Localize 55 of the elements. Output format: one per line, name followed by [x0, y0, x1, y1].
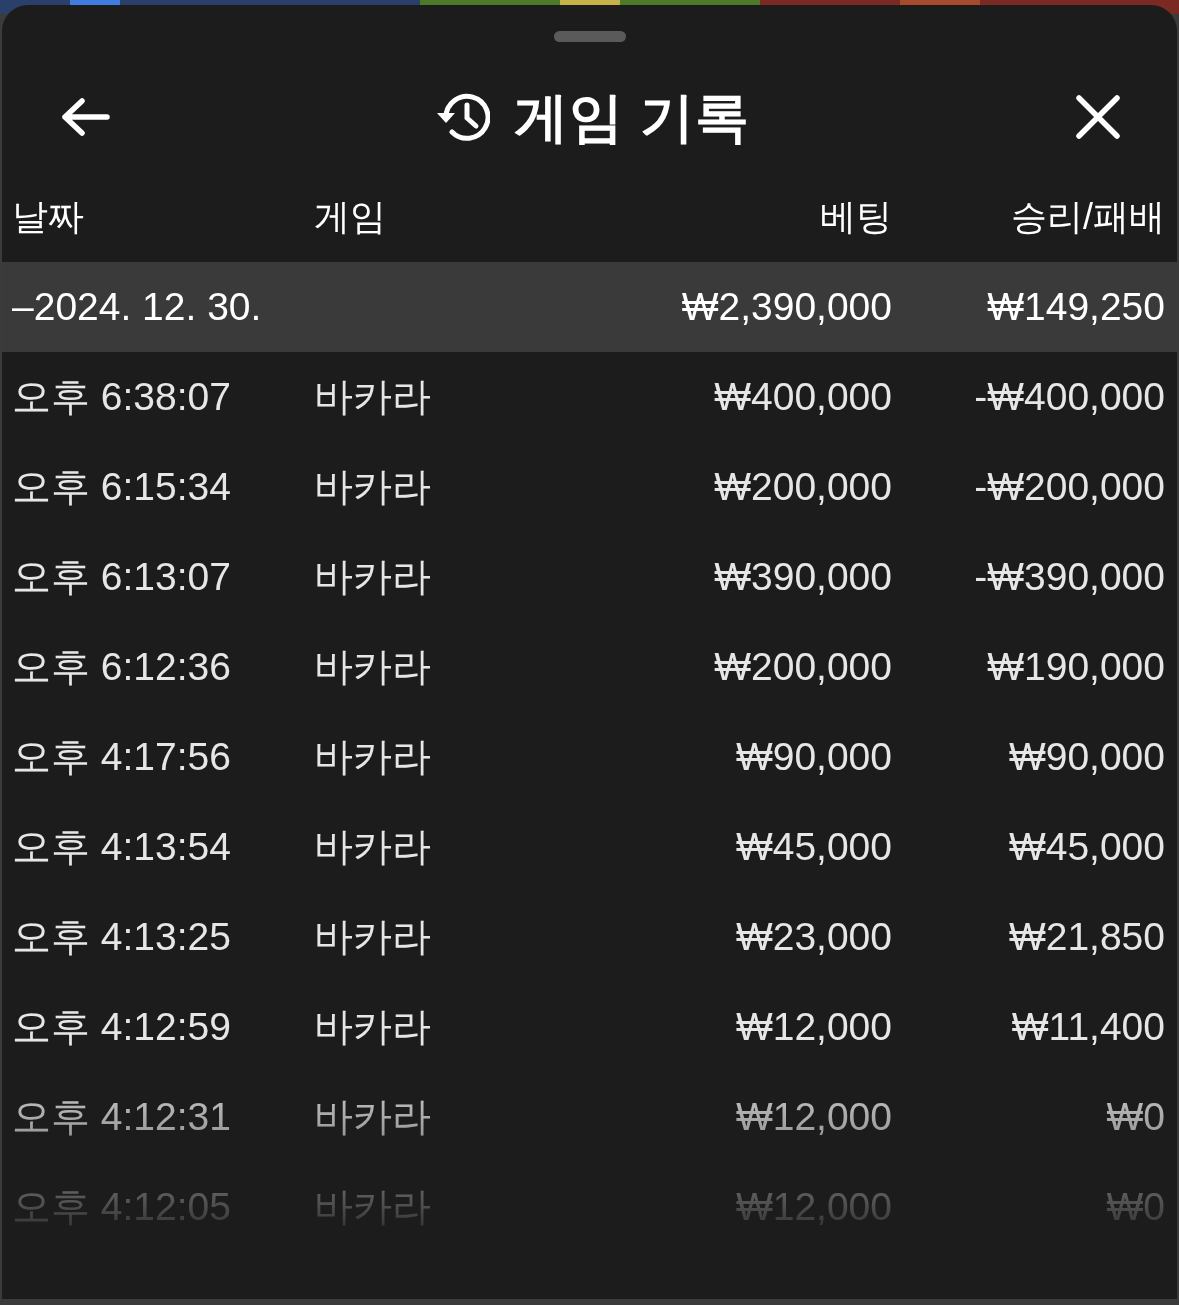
table-cell: 바카라 [314, 734, 431, 778]
table-cell: 오후 4:17:56 [12, 734, 231, 778]
date-group-row[interactable]: –2024. 12. 30. ₩2,390,000 ₩149,250 [2, 262, 1177, 352]
close-icon [1075, 94, 1121, 140]
group-date: –2024. 12. 30. [12, 284, 262, 328]
table-cell: 바카라 [314, 554, 431, 598]
table-cell: 오후 6:13:07 [12, 554, 231, 598]
table-cell: ₩90,000 [735, 734, 892, 778]
table-cell: ₩23,000 [735, 914, 892, 958]
table-cell: 바카라 [314, 1184, 431, 1228]
back-button[interactable] [60, 97, 110, 137]
column-header: 게임 [314, 196, 386, 237]
table-cell: ₩200,000 [714, 644, 892, 688]
table-cell: ₩12,000 [735, 1004, 892, 1048]
table-cell: 오후 4:12:59 [12, 1004, 231, 1048]
table-cell: 바카라 [314, 824, 431, 868]
table-cell: 오후 6:12:36 [12, 644, 231, 688]
table-cell: 오후 6:15:34 [12, 464, 231, 508]
drag-handle[interactable] [553, 31, 626, 42]
window-title: 게임 기록 [514, 85, 751, 149]
table-cell: -₩200,000 [974, 464, 1165, 508]
group-bet-total: ₩2,390,000 [681, 284, 892, 328]
table-cell: 바카라 [314, 1094, 431, 1138]
table-cell: 바카라 [314, 374, 431, 418]
table-cell: 오후 4:12:31 [12, 1094, 231, 1138]
table-cell: ₩0 [1106, 1184, 1165, 1228]
table-cell: ₩400,000 [714, 374, 892, 418]
table-cell: 오후 4:12:05 [12, 1184, 231, 1228]
table-cell: -₩400,000 [974, 374, 1165, 418]
back-arrow-icon [60, 97, 110, 137]
column-header: 승리/패배 [1011, 196, 1165, 237]
table-cell: -₩390,000 [974, 554, 1165, 598]
table-cell: ₩0 [1106, 1094, 1165, 1138]
table-cell: ₩12,000 [735, 1094, 892, 1138]
table-cell: 바카라 [314, 464, 431, 508]
table-cell: 바카라 [314, 1004, 431, 1048]
table-cell: ₩21,850 [1008, 914, 1165, 958]
table-cell: ₩200,000 [714, 464, 892, 508]
table-cell: ₩45,000 [1008, 824, 1165, 868]
table-cell: 오후 4:13:54 [12, 824, 231, 868]
close-button[interactable] [1075, 94, 1121, 140]
table-cell: ₩90,000 [1008, 734, 1165, 778]
table-cell: ₩45,000 [735, 824, 892, 868]
table-cell: 오후 4:13:25 [12, 914, 231, 958]
table-cell: 바카라 [314, 644, 431, 688]
table-cell: 바카라 [314, 914, 431, 958]
table-cell: 오후 6:38:07 [12, 374, 231, 418]
table-cell: ₩12,000 [735, 1184, 892, 1228]
column-header: 베팅 [820, 196, 892, 237]
table-cell: ₩190,000 [987, 644, 1165, 688]
table-cell: ₩11,400 [1011, 1004, 1165, 1048]
group-result-total: ₩149,250 [987, 284, 1165, 328]
table-cell: ₩390,000 [714, 554, 892, 598]
column-header: 날짜 [12, 196, 84, 237]
history-icon [434, 91, 491, 143]
